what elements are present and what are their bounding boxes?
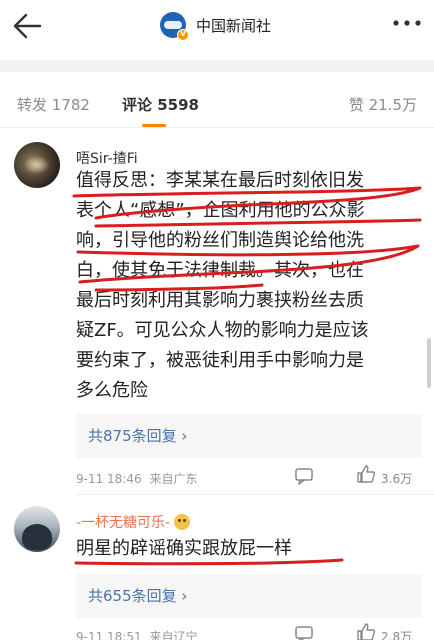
view-replies-link[interactable]: 共655条回复 › [88,585,187,606]
comment-username[interactable]: 唔Sir-揸Fi [76,148,138,168]
comment-time: 9-11 18:51 [76,630,142,640]
comment-line: 表个人“感想”，企图利用他的公众影 [76,200,365,221]
tab-repost[interactable]: 转发 1782 [17,94,90,115]
top-bar: V 中国新闻社 [0,0,434,52]
replies-box[interactable]: 共655条回复 › [76,574,422,618]
account-header[interactable]: V 中国新闻社 [160,10,271,41]
comment-line: 值得反思：李某某在最后时刻依旧发 [76,170,364,191]
emoji-badge-icon [174,514,191,530]
username-text[interactable]: -一杯无糖可乐- [76,515,170,531]
more-dots-icon[interactable] [392,18,422,28]
comment-meta: 9-11 18:46 来自广东 [76,470,197,487]
back-arrow-icon[interactable] [10,10,46,42]
reply-icon[interactable] [294,624,314,640]
section-separator [0,52,434,78]
comment-text: 明星的辟谣确实跟放屁一样 [76,538,292,559]
comment-username[interactable]: -一杯无糖可乐- [76,512,191,532]
comment-location: 来自广东 [149,472,198,486]
tab-comments[interactable]: 评论 5598 [122,94,199,115]
comment-line: 响，引导他的粉丝们制造舆论给他洗 [76,230,364,251]
account-name[interactable]: 中国新闻社 [196,15,271,36]
like-thumb-icon[interactable] [356,622,376,640]
comment-divider [76,494,434,495]
account-avatar[interactable]: V [160,12,189,41]
comment-line: 白，使其免于法律制裁。其次，也在 [76,260,364,281]
comment-meta: 9-11 18:51 来自辽宁 [76,628,197,640]
like-thumb-icon[interactable] [356,464,376,484]
comment-line: 疑ZF。可见公众人物的影响力是应该 [76,320,369,341]
replies-box[interactable]: 共875条回复 › [76,414,422,458]
like-count: 2.8万 [381,630,413,640]
avatar[interactable] [14,142,60,188]
comment-location: 来自辽宁 [149,630,198,640]
view-replies-link[interactable]: 共875条回复 › [88,425,187,446]
comment-time: 9-11 18:46 [76,472,142,486]
reply-icon[interactable] [294,466,314,486]
comment-line: 最后时刻利用其影响力裹挟粉丝去质 [76,290,364,311]
comment-text: 值得反思：李某某在最后时刻依旧发 表个人“感想”，企图利用他的公众影 响，引导他… [76,166,422,406]
like-count: 3.6万 [381,472,413,486]
avatar[interactable] [14,506,60,552]
active-tab-indicator [142,124,166,127]
verified-badge-icon: V [177,29,189,41]
tab-likes[interactable]: 赞 21.5万 [349,94,417,115]
interaction-tabs: 转发 1782 评论 5598 赞 21.5万 [0,78,434,128]
comment-line: 多么危险 [76,380,148,401]
scrollbar[interactable] [427,338,431,388]
comment-line: 要约束了，被恶徒利用手中影响力是 [76,350,364,371]
